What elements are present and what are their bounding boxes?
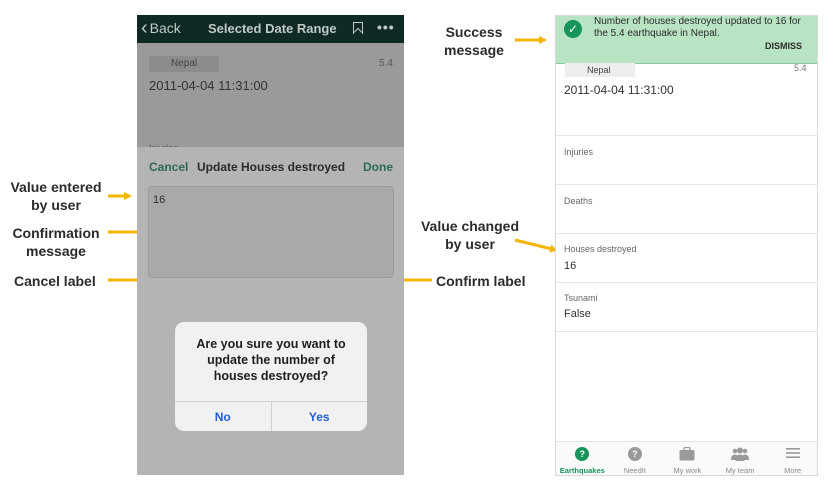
team-icon bbox=[731, 447, 750, 461]
field-label-deaths: Deaths bbox=[564, 196, 593, 206]
bookmark-icon[interactable] bbox=[353, 22, 363, 34]
houses-destroyed-input[interactable]: 16 bbox=[148, 186, 394, 278]
success-message: Number of houses destroyed updated to 16… bbox=[594, 16, 801, 39]
dismiss-button[interactable]: DISMISS bbox=[765, 41, 802, 51]
nav-bar: ‹ Back Selected Date Range ••• bbox=[137, 15, 404, 43]
tab-earthquakes[interactable]: ? Earthquakes bbox=[556, 442, 609, 475]
alert-message: Are you sure you want to update the numb… bbox=[196, 337, 346, 383]
tab-label: More bbox=[784, 466, 802, 475]
update-sheet: Cancel Update Houses destroyed Done 16 A… bbox=[137, 147, 404, 475]
sheet-cancel-button[interactable]: Cancel bbox=[149, 160, 188, 174]
sheet-done-button[interactable]: Done bbox=[363, 160, 393, 174]
alert-buttons: No Yes bbox=[175, 401, 367, 431]
annotation-confirmation-message: Confirmation message bbox=[12, 225, 100, 259]
field-label-tsunami: Tsunami bbox=[564, 293, 598, 303]
tab-my-team[interactable]: My team bbox=[714, 442, 767, 475]
field-value-houses-destroyed[interactable]: 16 bbox=[564, 260, 576, 272]
tab-label: My work bbox=[673, 466, 702, 475]
back-button[interactable]: ‹ Back bbox=[141, 17, 181, 39]
right-phone-screen: ✓ Number of houses destroyed updated to … bbox=[555, 15, 818, 476]
left-phone-screen: ‹ Back Selected Date Range ••• Nepal 5.4… bbox=[137, 15, 404, 475]
divider bbox=[556, 184, 817, 185]
divider bbox=[556, 282, 817, 283]
input-value: 16 bbox=[153, 194, 166, 206]
briefcase-icon bbox=[679, 447, 695, 461]
question-circle-icon: ? bbox=[627, 447, 642, 461]
datetime-value: 2011-04-04 11:31:00 bbox=[564, 83, 674, 97]
tab-my-work[interactable]: My work bbox=[661, 442, 714, 475]
check-circle-icon: ✓ bbox=[564, 20, 582, 38]
hamburger-icon bbox=[785, 448, 800, 458]
annotation-cancel-label: Cancel label bbox=[14, 273, 96, 289]
magnitude-value: 5.4 bbox=[794, 63, 807, 73]
datetime-value: 2011-04-04 11:31:00 bbox=[149, 78, 268, 93]
alert-yes-button[interactable]: Yes bbox=[272, 402, 368, 431]
success-banner: ✓ Number of houses destroyed updated to … bbox=[556, 16, 817, 64]
tab-needit[interactable]: ? NeedIt bbox=[609, 442, 662, 475]
divider bbox=[556, 331, 817, 332]
magnitude-value: 5.4 bbox=[379, 58, 393, 69]
sheet-title: Update Houses destroyed bbox=[197, 160, 346, 174]
confirmation-alert: Are you sure you want to update the numb… bbox=[175, 322, 367, 431]
field-label-houses-destroyed: Houses destroyed bbox=[564, 244, 637, 254]
nav-title: Selected Date Range bbox=[208, 21, 337, 36]
tab-label: Earthquakes bbox=[559, 466, 605, 475]
tab-label: NeedIt bbox=[623, 466, 646, 475]
question-circle-icon: ? bbox=[575, 447, 590, 461]
annotation-success-message: Success message bbox=[444, 24, 504, 58]
tab-bar: ? Earthquakes ? NeedIt My work My team M… bbox=[556, 441, 817, 475]
chevron-left-icon: ‹ bbox=[141, 17, 148, 39]
country-chip: Nepal bbox=[149, 56, 219, 72]
alert-no-button[interactable]: No bbox=[175, 402, 272, 431]
divider bbox=[556, 135, 817, 136]
field-label-injuries: Injuries bbox=[564, 147, 594, 157]
tab-label: My team bbox=[725, 466, 755, 475]
annotation-value-changed: Value changed by user bbox=[420, 218, 520, 252]
divider bbox=[556, 233, 817, 234]
country-chip: Nepal bbox=[565, 63, 635, 77]
field-value-tsunami[interactable]: False bbox=[564, 308, 591, 320]
annotation-value-entered: Value entered by user bbox=[10, 179, 102, 213]
back-label: Back bbox=[149, 20, 181, 36]
more-icon[interactable]: ••• bbox=[377, 19, 395, 35]
tab-more[interactable]: More bbox=[766, 442, 817, 475]
annotation-confirm-label: Confirm label bbox=[436, 273, 526, 289]
